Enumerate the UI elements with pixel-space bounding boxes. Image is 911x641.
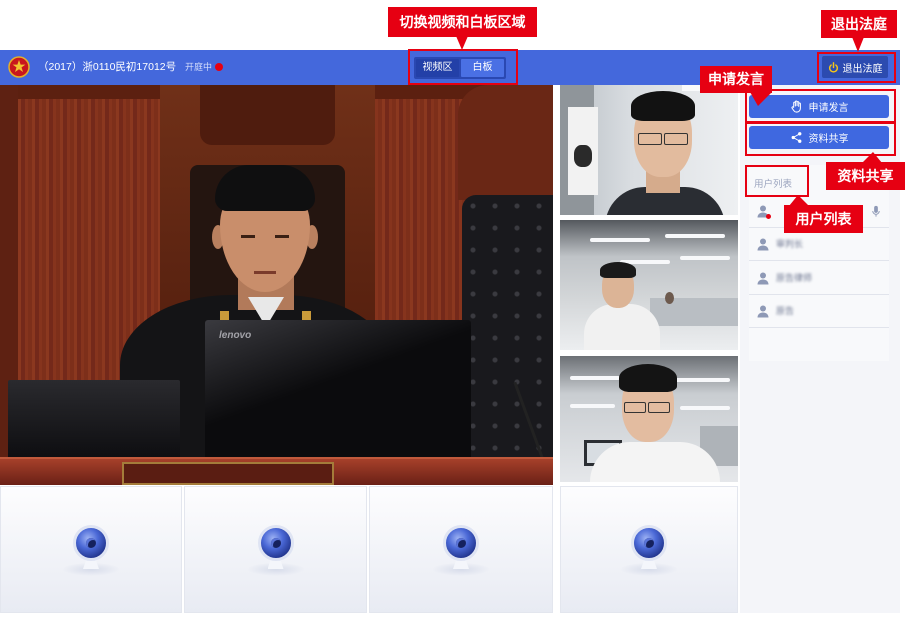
background-person (665, 292, 674, 304)
empty-video-slot (184, 486, 367, 613)
ceiling-light (665, 234, 725, 238)
user-list-item: 原告 (749, 295, 889, 328)
side-chair-top (458, 85, 553, 200)
user-avatar-icon (757, 272, 769, 285)
microphone-icon (872, 205, 880, 217)
person-body (590, 442, 720, 482)
person-hair (631, 91, 695, 121)
webcam-icon (621, 525, 677, 577)
person-hair (600, 262, 636, 278)
glasses-lens (648, 402, 670, 413)
bench-plaque (122, 462, 334, 485)
side-chair-leather (462, 195, 553, 485)
callout-label-user-list: 用户列表 (784, 205, 863, 233)
callout-label-share-files: 资料共享 (826, 162, 905, 190)
callout-outline-share (745, 122, 896, 156)
callout-outline-view-tabs (408, 49, 518, 85)
ceiling-light (680, 256, 730, 260)
user-name: 原告 (776, 306, 795, 316)
callout-label-switch-area: 切换视频和白板区域 (388, 7, 537, 37)
ceiling-light (675, 378, 730, 382)
user-avatar-icon (757, 305, 769, 318)
left-monitor (8, 380, 180, 460)
callout-outline-user-list (745, 165, 809, 197)
callout-outline-exit (817, 52, 896, 83)
judge-hair (215, 165, 315, 211)
office-cubicles (650, 298, 738, 326)
empty-video-slot (369, 486, 553, 613)
callout-pointer (456, 36, 468, 50)
webcam-icon (63, 525, 119, 577)
ceiling-light (680, 406, 730, 410)
person-hair (619, 364, 677, 392)
ceiling-light (570, 376, 620, 380)
callout-label-apply-speak: 申请发言 (700, 66, 772, 93)
court-status: 开庭中 (185, 62, 213, 72)
judge-chair-crest (200, 85, 335, 145)
video-thumbnail-2[interactable] (560, 220, 738, 350)
judge-eye (275, 235, 289, 238)
main-video-judge: lenovo (0, 85, 553, 485)
glasses-lens (664, 133, 688, 145)
judge-mouth (254, 271, 276, 274)
poster-graphic (574, 145, 592, 167)
judge-eye (241, 235, 255, 238)
case-number: （2017）浙0110民初17012号 (38, 61, 177, 73)
center-monitor: lenovo (205, 320, 471, 460)
speaking-status-dot (766, 214, 771, 219)
monitor-logo: lenovo (219, 330, 252, 341)
court-emblem-icon (8, 56, 30, 78)
user-list-item: 原告律师 (749, 262, 889, 295)
callout-label-exit-court: 退出法庭 (821, 10, 897, 38)
empty-video-slot (0, 486, 182, 613)
empty-video-slot (560, 486, 738, 613)
person-body (584, 304, 660, 350)
video-thumbnail-3[interactable] (560, 356, 738, 482)
user-name: 原告律师 (776, 273, 813, 283)
user-avatar-icon (757, 238, 769, 251)
webcam-icon (433, 525, 489, 577)
live-status-dot (215, 63, 223, 71)
glasses-lens (624, 402, 646, 413)
callout-outline-apply-speak (745, 89, 896, 123)
glasses-lens (638, 133, 662, 145)
webcam-icon (247, 525, 304, 577)
ceiling-light (590, 238, 650, 242)
ceiling-light (570, 404, 615, 408)
video-thumbnail-1[interactable] (560, 85, 738, 215)
